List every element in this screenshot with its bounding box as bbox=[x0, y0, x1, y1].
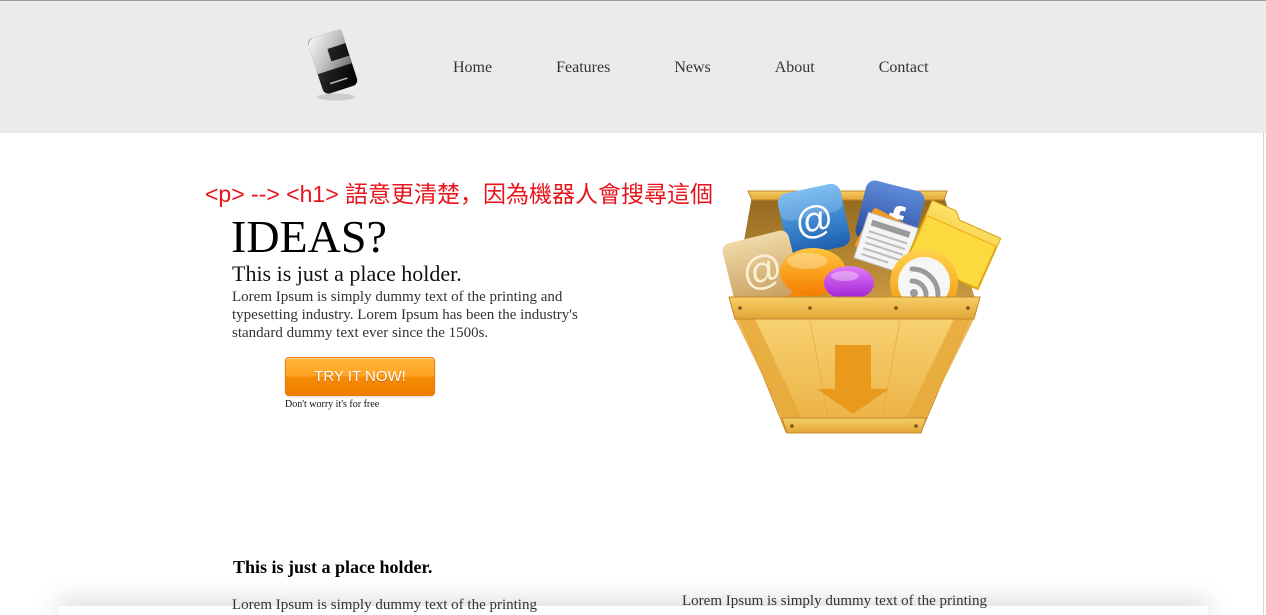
page-edge-divider bbox=[1263, 133, 1264, 615]
logo-mark bbox=[308, 28, 358, 94]
crate-icon bbox=[728, 296, 981, 434]
chat-bubble-secondary-gloss bbox=[831, 271, 859, 281]
chat-bubble-gloss bbox=[787, 253, 827, 269]
cta-note: Don't worry it's for free bbox=[285, 399, 380, 410]
crate-illustration: f @ @ bbox=[722, 180, 1002, 434]
crate-bottom-rim bbox=[781, 417, 927, 434]
nav-link-features[interactable]: Features bbox=[556, 58, 610, 78]
chat-bubble-secondary-body bbox=[824, 266, 874, 300]
section-heading: This is just a place holder. bbox=[233, 557, 433, 577]
crate-front-rim bbox=[728, 296, 981, 320]
nav-link-about[interactable]: About bbox=[775, 58, 815, 78]
content-panel-shadow bbox=[58, 606, 1208, 615]
site-header: Home Features News About Contact bbox=[0, 0, 1266, 133]
logo-reflection bbox=[317, 93, 355, 101]
annotation-note: <p> --> <h1> 語意更清楚，因為機器人會搜尋這個 bbox=[205, 181, 714, 207]
nav-link-home[interactable]: Home bbox=[453, 58, 492, 78]
main-nav: Home Features News About Contact bbox=[453, 58, 929, 78]
hero-subtitle: This is just a place holder. bbox=[232, 261, 462, 286]
try-it-now-button[interactable]: TRY IT NOW! bbox=[285, 357, 435, 396]
section-column-right-text: Lorem Ipsum is simply dummy text of the … bbox=[682, 593, 987, 609]
nav-link-contact[interactable]: Contact bbox=[879, 58, 929, 78]
logo-icon[interactable] bbox=[298, 23, 368, 103]
section-column-left-text: Lorem Ipsum is simply dummy text of the … bbox=[232, 597, 537, 613]
nav-link-news[interactable]: News bbox=[674, 58, 710, 78]
rss-icon-dot bbox=[910, 289, 918, 297]
hero-title: IDEAS? bbox=[231, 211, 387, 262]
hero-body: Lorem Ipsum is simply dummy text of the … bbox=[232, 289, 578, 341]
